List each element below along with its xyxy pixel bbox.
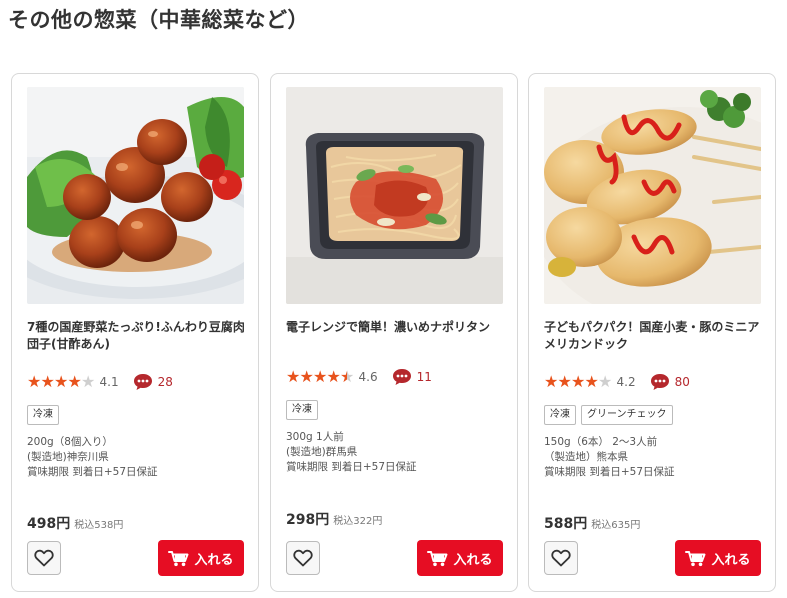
star-icon: ★ [81, 372, 96, 391]
product-card: 子どもパクパク！国産小麦・豚のミニアメリカンドック ★ ★ ★ ★ ★ 4.2 80 冷… [528, 73, 776, 592]
rating-score: 4.6 [358, 370, 378, 384]
star-icon: ★ [326, 367, 341, 386]
product-name[interactable]: 7種の国産野菜たっぷり!ふんわり豆腐肉団子(甘酢あん) [27, 319, 249, 353]
price: 498円 [27, 516, 71, 532]
star-icon: ★ [571, 372, 586, 391]
star-rating: ★ ★ ★ ★ ★ [286, 369, 354, 385]
page-title: その他の惣菜（中華総菜など） [8, 8, 309, 32]
spec-origin: (製造地)群馬県 [286, 446, 358, 458]
heart-icon [34, 549, 54, 567]
comment-bubble-icon[interactable] [392, 368, 412, 386]
add-to-cart-label: 入れる [194, 552, 234, 568]
star-half-icon: ★ [340, 367, 355, 386]
rating-score: 4.1 [99, 375, 119, 389]
star-icon: ★ [544, 372, 559, 391]
rating-row: ★ ★ ★ ★ ★ 4.6 11 [286, 368, 432, 386]
favorite-button[interactable] [286, 541, 320, 575]
tag-list: 冷凍 [27, 405, 59, 425]
spec-expiry: 賞味期限 到着日+57日保証 [27, 466, 158, 478]
tag-frozen: 冷凍 [27, 405, 59, 425]
spec-expiry: 賞味期限 到着日+57日保証 [544, 466, 675, 478]
price: 298円 [286, 512, 330, 528]
star-icon: ★ [313, 367, 328, 386]
comment-bubble-icon[interactable] [133, 373, 153, 391]
add-to-cart-label: 入れる [711, 552, 751, 568]
tag-list: 冷凍 グリーンチェック [544, 405, 673, 425]
product-name[interactable]: 子どもパクパク！国産小麦・豚のミニアメリカンドック [544, 319, 766, 353]
review-count[interactable]: 80 [675, 375, 690, 389]
star-icon: ★ [299, 367, 314, 386]
add-to-cart-button[interactable]: 入れる [417, 540, 503, 576]
spec-origin: （製造地）熊本県 [544, 451, 628, 463]
price-with-tax: 税込635円 [591, 520, 641, 531]
review-count[interactable]: 28 [158, 375, 173, 389]
favorite-button[interactable] [544, 541, 578, 575]
star-icon: ★ [557, 372, 572, 391]
product-spec: 200g（8個入り） (製造地)神奈川県 賞味期限 到着日+57日保証 [27, 435, 158, 480]
star-icon: ★ [27, 372, 42, 391]
product-image-meatballs[interactable] [27, 87, 244, 304]
favorite-button[interactable] [27, 541, 61, 575]
spec-amount: 150g（6本） 2～3人前 [544, 436, 658, 448]
add-to-cart-button[interactable]: 入れる [675, 540, 761, 576]
review-count[interactable]: 11 [417, 370, 432, 384]
product-name[interactable]: 電子レンジで簡単！濃いめナポリタン [286, 319, 508, 336]
product-card: 7種の国産野菜たっぷり!ふんわり豆腐肉団子(甘酢あん) ★ ★ ★ ★ ★ 4.1 28… [11, 73, 259, 592]
comment-bubble-icon[interactable] [650, 373, 670, 391]
heart-icon [551, 549, 571, 567]
star-rating: ★ ★ ★ ★ ★ [544, 374, 612, 390]
cart-icon [427, 550, 448, 566]
price-row: 498円 税込538円 [27, 513, 123, 533]
star-icon: ★ [584, 372, 599, 391]
tag-green-check: グリーンチェック [581, 405, 673, 425]
product-spec: 300g 1人前 (製造地)群馬県 賞味期限 到着日+57日保証 [286, 430, 417, 475]
star-icon: ★ [54, 372, 69, 391]
add-to-cart-button[interactable]: 入れる [158, 540, 244, 576]
star-icon: ★ [40, 372, 55, 391]
star-icon: ★ [598, 372, 613, 391]
star-rating: ★ ★ ★ ★ ★ [27, 374, 95, 390]
price-with-tax: 税込538円 [74, 520, 124, 531]
product-image-corndog[interactable] [544, 87, 761, 304]
spec-amount: 300g 1人前 [286, 431, 344, 443]
product-card: 電子レンジで簡単！濃いめナポリタン ★ ★ ★ ★ ★ 4.6 11 冷凍 300g 1… [270, 73, 518, 592]
tag-frozen: 冷凍 [544, 405, 576, 425]
rating-row: ★ ★ ★ ★ ★ 4.2 80 [544, 373, 690, 391]
add-to-cart-label: 入れる [453, 552, 493, 568]
price: 588円 [544, 516, 588, 532]
rating-score: 4.2 [616, 375, 636, 389]
heart-icon [293, 549, 313, 567]
product-image-napolitan[interactable] [286, 87, 503, 304]
price-row: 298円 税込322円 [286, 509, 382, 529]
price-with-tax: 税込322円 [333, 516, 383, 527]
product-spec: 150g（6本） 2～3人前 （製造地）熊本県 賞味期限 到着日+57日保証 [544, 435, 675, 480]
spec-expiry: 賞味期限 到着日+57日保証 [286, 461, 417, 473]
cart-icon [685, 550, 706, 566]
cart-icon [168, 550, 189, 566]
spec-amount: 200g（8個入り） [27, 436, 113, 448]
tag-list: 冷凍 [286, 400, 318, 420]
rating-row: ★ ★ ★ ★ ★ 4.1 28 [27, 373, 173, 391]
spec-origin: (製造地)神奈川県 [27, 451, 109, 463]
price-row: 588円 税込635円 [544, 513, 640, 533]
star-icon: ★ [67, 372, 82, 391]
tag-frozen: 冷凍 [286, 400, 318, 420]
star-icon: ★ [286, 367, 301, 386]
